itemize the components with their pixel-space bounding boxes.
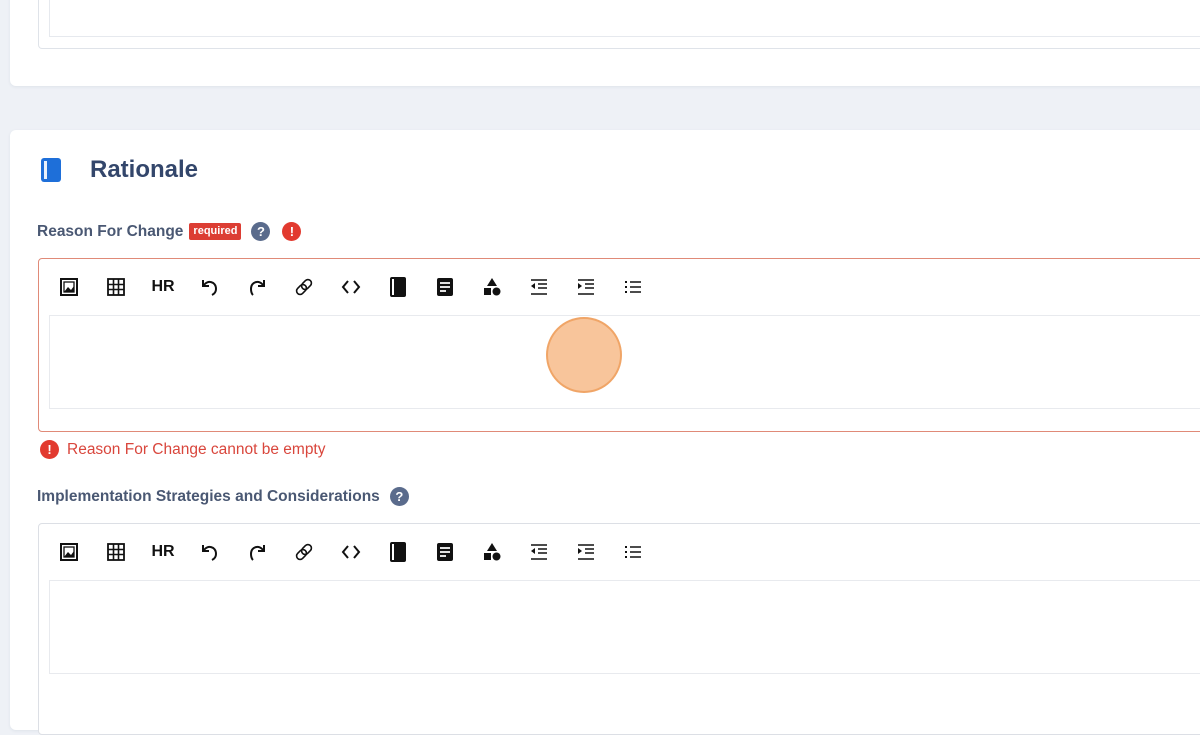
field-label-text: Implementation Strategies and Considerat… <box>37 487 380 505</box>
code-icon[interactable] <box>336 537 366 567</box>
undo-icon[interactable] <box>195 272 225 302</box>
previous-section-card <box>10 0 1200 86</box>
error-icon: ! <box>40 440 59 459</box>
reason-for-change-label: Reason For Change required ? ! <box>37 222 302 241</box>
error-alert-icon: ! <box>282 222 302 241</box>
shapes-icon[interactable] <box>477 537 507 567</box>
image-icon[interactable] <box>54 537 84 567</box>
undo-icon[interactable] <box>195 537 225 567</box>
horizontal-rule-button[interactable]: HR <box>148 272 178 302</box>
help-icon[interactable]: ? <box>389 487 409 506</box>
horizontal-rule-button[interactable]: HR <box>148 537 178 567</box>
click-indicator <box>546 317 622 393</box>
image-icon[interactable] <box>54 272 84 302</box>
book-icon <box>40 157 62 183</box>
rationale-card: Rationale Reason For Change required ? !… <box>10 130 1200 735</box>
previous-editor-body[interactable] <box>49 0 1200 37</box>
section-header: Rationale <box>40 156 198 184</box>
shapes-icon[interactable] <box>477 272 507 302</box>
book-icon[interactable] <box>383 272 413 302</box>
code-icon[interactable] <box>336 272 366 302</box>
document-icon[interactable] <box>430 537 460 567</box>
previous-editor-box <box>38 0 1200 49</box>
document-icon[interactable] <box>430 272 460 302</box>
redo-icon[interactable] <box>242 537 272 567</box>
required-badge: required <box>189 223 242 240</box>
implementation-strategies-label: Implementation Strategies and Considerat… <box>37 487 409 506</box>
table-icon[interactable] <box>101 272 131 302</box>
reason-for-change-textarea[interactable] <box>49 315 1200 409</box>
editor-toolbar: HR <box>54 536 665 568</box>
outdent-icon[interactable] <box>524 272 554 302</box>
field-label-text: Reason For Change <box>37 222 184 240</box>
redo-icon[interactable] <box>242 272 272 302</box>
link-icon[interactable] <box>289 537 319 567</box>
help-icon[interactable]: ? <box>251 222 271 241</box>
list-icon[interactable] <box>618 272 648 302</box>
reason-for-change-error: ! Reason For Change cannot be empty <box>40 440 326 459</box>
list-icon[interactable] <box>618 537 648 567</box>
editor-toolbar: HR <box>54 271 665 303</box>
book-icon[interactable] <box>383 537 413 567</box>
link-icon[interactable] <box>289 272 319 302</box>
error-message-text: Reason For Change cannot be empty <box>67 440 326 458</box>
indent-icon[interactable] <box>571 272 601 302</box>
section-title: Rationale <box>90 156 199 183</box>
indent-icon[interactable] <box>571 537 601 567</box>
table-icon[interactable] <box>101 537 131 567</box>
implementation-strategies-textarea[interactable] <box>49 580 1200 674</box>
implementation-strategies-editor: HR <box>38 523 1200 735</box>
outdent-icon[interactable] <box>524 537 554 567</box>
